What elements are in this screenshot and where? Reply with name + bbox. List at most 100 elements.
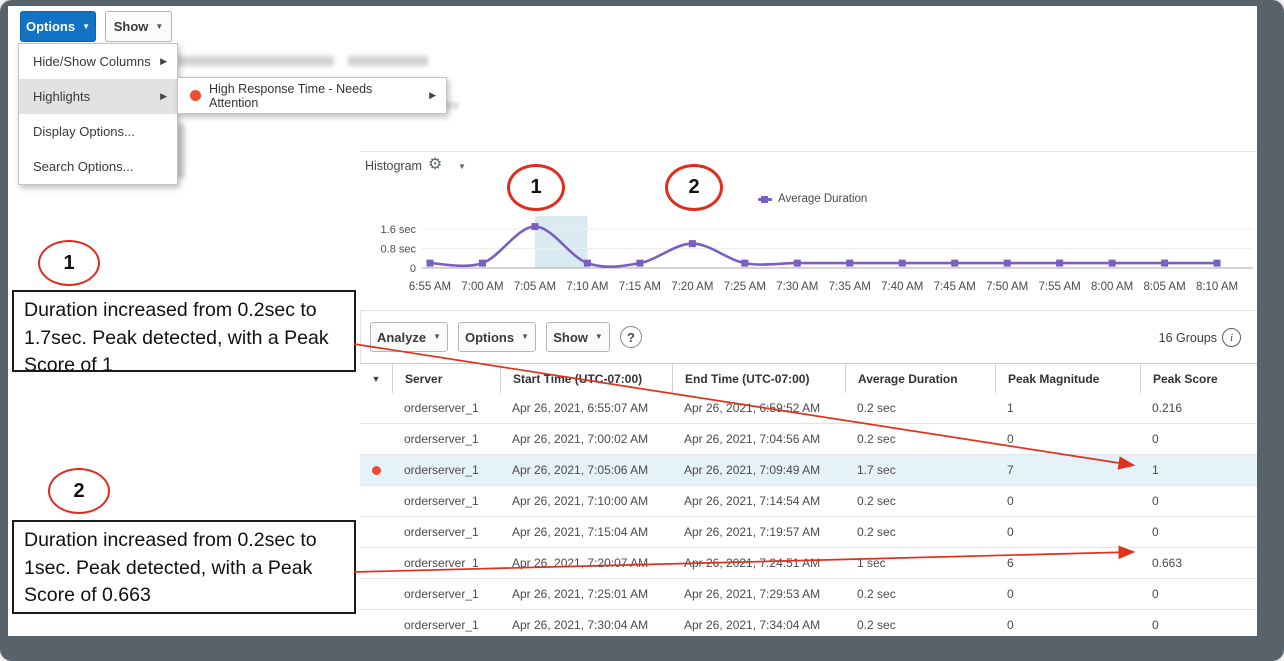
x-tick-label: 7:35 AM — [829, 281, 871, 293]
chevron-down-icon[interactable]: ▼ — [372, 374, 381, 384]
menu-item-hide-show-columns[interactable]: Hide/Show Columns▶ — [19, 44, 177, 79]
red-status-dot-icon — [190, 90, 201, 101]
groups-count-label: 16 Groups — [1159, 331, 1217, 345]
show-button-label: Show — [114, 19, 149, 34]
annotation-box-2: Duration increased from 0.2sec to 1sec. … — [12, 520, 356, 614]
table-options-button[interactable]: Options ▼ — [458, 322, 536, 352]
server-cell: orderserver_1 — [392, 393, 500, 423]
peak-magnitude-cell: 1 — [995, 393, 1140, 423]
callout-number: 1 — [530, 176, 541, 199]
menu-item-display-options[interactable]: Display Options... — [19, 114, 177, 149]
peak-magnitude-cell: 0 — [995, 486, 1140, 516]
info-glyph: i — [1230, 332, 1233, 344]
menu-item-highlights[interactable]: Highlights▶ — [19, 79, 177, 114]
x-tick-label: 6:55 AM — [409, 281, 451, 293]
x-tick-label: 7:10 AM — [566, 281, 608, 293]
data-point-marker[interactable] — [1004, 260, 1011, 267]
table-show-button[interactable]: Show▼ — [546, 322, 610, 352]
start-time-cell: Apr 26, 2021, 7:05:06 AM — [500, 455, 672, 485]
data-point-marker[interactable] — [1214, 260, 1221, 267]
server-cell: orderserver_1 — [392, 579, 500, 609]
x-tick-label: 8:00 AM — [1091, 281, 1133, 293]
table-row[interactable]: orderserver_1Apr 26, 2021, 6:55:07 AMApr… — [360, 393, 1257, 424]
data-point-marker[interactable] — [951, 260, 958, 267]
chevron-down-icon: ▼ — [521, 333, 529, 341]
help-glyph: ? — [627, 330, 635, 345]
x-tick-label: 7:50 AM — [986, 281, 1028, 293]
peak-score-cell: 0 — [1140, 579, 1257, 609]
gear-icon[interactable]: ⚙ — [428, 154, 442, 173]
chevron-down-icon[interactable]: ▼ — [458, 162, 466, 171]
options-button-label: Options — [465, 330, 514, 345]
row-status-cell — [360, 548, 392, 578]
show-button[interactable]: Show ▼ — [105, 11, 172, 42]
legend-marker-icon — [758, 198, 772, 201]
x-tick-label: 7:05 AM — [514, 281, 556, 293]
groups-count: 16 Groups i — [1159, 328, 1241, 347]
menu-item-label: Hide/Show Columns — [33, 54, 160, 69]
server-cell: orderserver_1 — [392, 548, 500, 578]
column-header-average-duration[interactable]: Average Duration — [845, 364, 995, 393]
peak-score-cell: 0.663 — [1140, 548, 1257, 578]
histogram-chart[interactable]: 00.8 sec1.6 sec6:55 AM7:00 AM7:05 AM7:10… — [360, 210, 1257, 302]
chevron-down-icon: ▼ — [433, 333, 441, 341]
data-point-marker[interactable] — [899, 260, 906, 267]
annotation-circle-2: 2 — [48, 468, 110, 514]
data-point-marker[interactable] — [427, 260, 434, 267]
submenu-arrow-icon: ▶ — [429, 90, 436, 101]
server-cell: orderserver_1 — [392, 455, 500, 485]
data-point-marker[interactable] — [689, 240, 696, 247]
data-point-marker[interactable] — [741, 260, 748, 267]
data-point-marker[interactable] — [1056, 260, 1063, 267]
data-point-marker[interactable] — [531, 223, 538, 230]
peak-score-cell: 0 — [1140, 517, 1257, 547]
table-row[interactable]: orderserver_1Apr 26, 2021, 7:00:02 AMApr… — [360, 424, 1257, 455]
options-button-label: Options — [26, 19, 75, 34]
data-point-marker[interactable] — [1161, 260, 1168, 267]
analyze-button[interactable]: Analyze▼ — [370, 322, 448, 352]
y-tick-label: 0.8 sec — [381, 244, 417, 256]
table-row[interactable]: orderserver_1Apr 26, 2021, 7:20:07 AMApr… — [360, 548, 1257, 579]
table-row[interactable]: orderserver_1Apr 26, 2021, 7:15:04 AMApr… — [360, 517, 1257, 548]
server-cell: orderserver_1 — [392, 424, 500, 454]
table-row[interactable]: orderserver_1Apr 26, 2021, 7:30:04 AMApr… — [360, 610, 1257, 636]
submenu-item-high-response-time[interactable]: High Response Time - Needs Attention ▶ — [178, 78, 446, 113]
column-header-server[interactable]: Server — [392, 364, 500, 393]
menu-item-search-options[interactable]: Search Options... — [19, 149, 177, 184]
data-point-marker[interactable] — [794, 260, 801, 267]
end-time-cell: Apr 26, 2021, 7:19:57 AM — [672, 517, 845, 547]
column-header-peak-score[interactable]: Peak Score — [1140, 364, 1257, 393]
info-icon[interactable]: i — [1222, 328, 1241, 347]
column-header-peak-magnitude[interactable]: Peak Magnitude — [995, 364, 1140, 393]
chart-callout-1: 1 — [507, 164, 565, 211]
table-row[interactable]: orderserver_1Apr 26, 2021, 7:25:01 AMApr… — [360, 579, 1257, 610]
data-point-marker[interactable] — [1109, 260, 1116, 267]
histogram-title: Histogram — [365, 159, 422, 173]
column-header-start-time-utc-07-00[interactable]: Start Time (UTC-07:00) — [500, 364, 672, 393]
data-point-marker[interactable] — [636, 260, 643, 267]
show-button-label: Show — [553, 330, 588, 345]
peak-score-cell: 0 — [1140, 424, 1257, 454]
column-header-selector[interactable]: ▼ — [360, 364, 392, 393]
annotation-box-1: Duration increased from 0.2sec to 1.7sec… — [12, 290, 356, 372]
table-row[interactable]: orderserver_1Apr 26, 2021, 7:05:06 AMApr… — [360, 455, 1257, 486]
data-point-marker[interactable] — [479, 260, 486, 267]
average-duration-cell: 0.2 sec — [845, 424, 995, 454]
table-row[interactable]: orderserver_1Apr 26, 2021, 7:10:00 AMApr… — [360, 486, 1257, 517]
x-tick-label: 7:40 AM — [881, 281, 923, 293]
column-header-end-time-utc-07-00[interactable]: End Time (UTC-07:00) — [672, 364, 845, 393]
row-status-cell — [360, 455, 392, 485]
start-time-cell: Apr 26, 2021, 7:25:01 AM — [500, 579, 672, 609]
data-point-marker[interactable] — [584, 260, 591, 267]
annotation-text: Duration increased from 0.2sec to 1.7sec… — [24, 299, 329, 376]
options-button[interactable]: Options ▼ — [20, 11, 96, 42]
peak-magnitude-cell: 0 — [995, 517, 1140, 547]
data-point-marker[interactable] — [846, 260, 853, 267]
x-tick-label: 8:10 AM — [1196, 281, 1238, 293]
submenu-arrow-icon: ▶ — [160, 91, 167, 102]
help-icon[interactable]: ? — [620, 326, 642, 348]
y-tick-label: 0 — [410, 263, 416, 275]
x-tick-label: 7:00 AM — [461, 281, 503, 293]
table-body: orderserver_1Apr 26, 2021, 6:55:07 AMApr… — [360, 393, 1257, 636]
chart-callout-2: 2 — [665, 164, 723, 211]
